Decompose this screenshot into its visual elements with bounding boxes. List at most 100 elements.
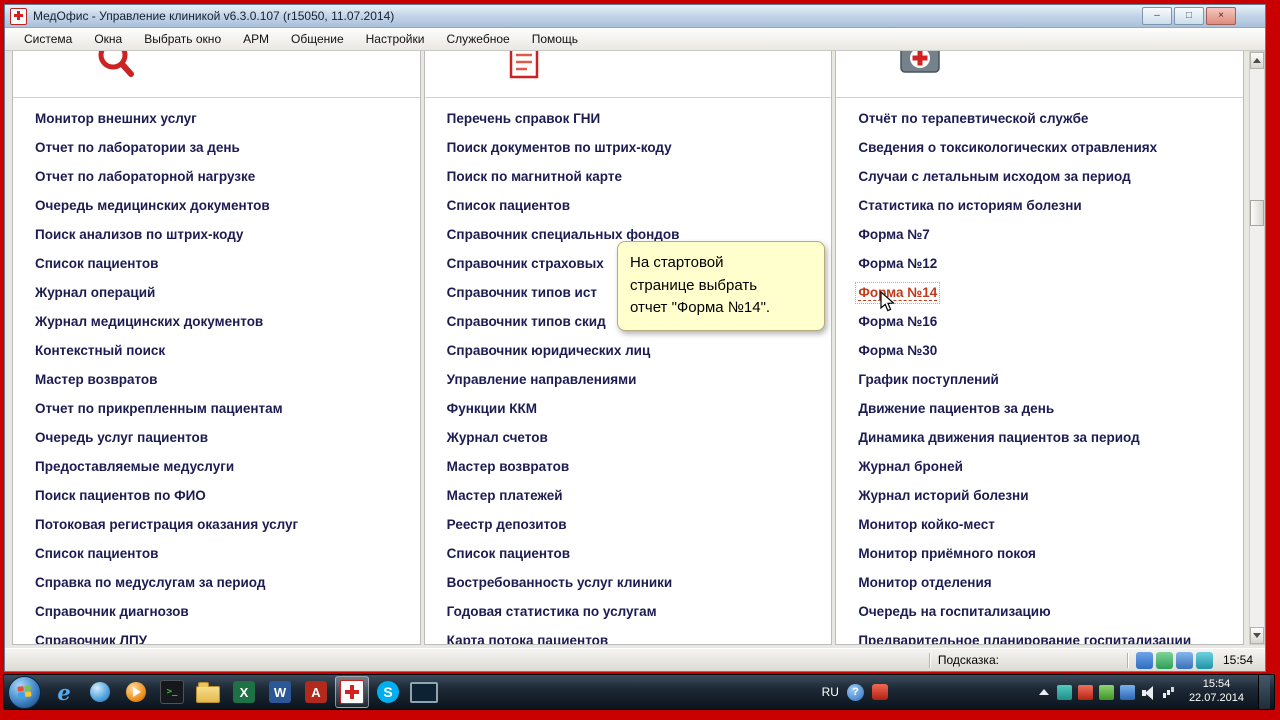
panel-laboratory-header	[13, 51, 420, 98]
panel-link[interactable]: График поступлений	[836, 365, 1243, 394]
panel-link[interactable]: Монитор койко-мест	[836, 510, 1243, 539]
panel-link[interactable]: Справочник юридических лиц	[425, 336, 832, 365]
panel-link[interactable]: Справочник ЛПУ	[13, 626, 420, 644]
panel-link[interactable]: Контекстный поиск	[13, 336, 420, 365]
menu-communication[interactable]: Общение	[280, 28, 355, 50]
system-tray: RU ? 15:54 22.07.2014	[822, 675, 1270, 709]
panel-link[interactable]: Журнал операций	[13, 278, 420, 307]
skype-icon[interactable]: S	[371, 676, 405, 708]
network-icon[interactable]	[1162, 685, 1177, 700]
panel-link[interactable]: Список пациентов	[13, 249, 420, 278]
schedule-icon[interactable]	[1155, 651, 1173, 669]
panel-link[interactable]: Поиск документов по штрих-коду	[425, 133, 832, 162]
maximize-button[interactable]: □	[1174, 7, 1204, 25]
explorer-folder-icon[interactable]	[191, 676, 225, 708]
menu-select-window[interactable]: Выбрать окно	[133, 28, 232, 50]
media-player-icon[interactable]	[119, 676, 153, 708]
word-icon[interactable]: W	[263, 676, 297, 708]
panel-link[interactable]: Отчет по лабораторной нагрузке	[13, 162, 420, 191]
language-indicator[interactable]: RU	[822, 685, 839, 699]
menu-system[interactable]: Система	[13, 28, 83, 50]
panel-link[interactable]: Перечень справок ГНИ	[425, 104, 832, 133]
panel-link[interactable]: Справка по медуслугам за период	[13, 568, 420, 597]
panel-laboratory-list: Монитор внешних услуг Отчет по лаборатор…	[13, 98, 420, 644]
panel-link[interactable]: Управление направлениями	[425, 365, 832, 394]
tray-app-icon-4[interactable]	[1119, 684, 1135, 700]
panel-link[interactable]: Форма №7	[836, 220, 1243, 249]
panel-link[interactable]: Монитор приёмного покоя	[836, 539, 1243, 568]
scroll-up-button[interactable]	[1250, 52, 1265, 69]
tray-app-icon-1[interactable]	[1056, 684, 1072, 700]
tray-clock[interactable]: 15:54 22.07.2014	[1189, 678, 1244, 706]
menu-service[interactable]: Служебное	[435, 28, 520, 50]
monitor-icon[interactable]	[1195, 651, 1213, 669]
terminal-icon[interactable]: >_	[155, 676, 189, 708]
panel-link[interactable]: Форма №30	[836, 336, 1243, 365]
panel-link[interactable]: Мастер возвратов	[13, 365, 420, 394]
menu-help[interactable]: Помощь	[521, 28, 589, 50]
panel-link[interactable]: Предварительное планирование госпитализа…	[836, 626, 1243, 644]
remote-desktop-icon[interactable]	[407, 676, 441, 708]
panel-link[interactable]: Востребованность услуг клиники	[425, 568, 832, 597]
panel-link[interactable]: Отчет по лаборатории за день	[13, 133, 420, 162]
panel-link[interactable]: Поиск пациентов по ФИО	[13, 481, 420, 510]
panel-link[interactable]: Монитор внешних услуг	[13, 104, 420, 133]
internet-explorer-icon[interactable]: e	[47, 676, 81, 708]
panel-link[interactable]: Журнал медицинских документов	[13, 307, 420, 336]
panel-link[interactable]: Очередь на госпитализацию	[836, 597, 1243, 626]
menu-windows[interactable]: Окна	[83, 28, 133, 50]
start-button[interactable]	[8, 675, 41, 709]
panel-laboratory: Монитор внешних услуг Отчет по лаборатор…	[12, 51, 421, 645]
panel-link[interactable]: Список пациентов	[425, 539, 832, 568]
close-button[interactable]: ×	[1206, 7, 1236, 25]
panel-link[interactable]: Мастер возвратов	[425, 452, 832, 481]
scrollbar-thumb[interactable]	[1250, 200, 1265, 226]
panel-link[interactable]: Форма №12	[836, 249, 1243, 278]
panel-link[interactable]: Случаи с летальным исходом за период	[836, 162, 1243, 191]
panel-link[interactable]: Реестр депозитов	[425, 510, 832, 539]
panel-link[interactable]: Предоставляемые медуслуги	[13, 452, 420, 481]
tray-app-icon-2[interactable]	[1077, 684, 1093, 700]
browser-icon[interactable]	[83, 676, 117, 708]
menu-settings[interactable]: Настройки	[355, 28, 436, 50]
panel-link[interactable]: Поиск по магнитной карте	[425, 162, 832, 191]
help-icon[interactable]: ?	[846, 683, 864, 701]
panel-link[interactable]: Очередь медицинских документов	[13, 191, 420, 220]
panel-link[interactable]: Журнал счетов	[425, 423, 832, 452]
panel-link[interactable]: Поиск анализов по штрих-коду	[13, 220, 420, 249]
panel-link[interactable]: Мастер платежей	[425, 481, 832, 510]
report-icon[interactable]	[1135, 651, 1153, 669]
vertical-scrollbar[interactable]	[1249, 51, 1265, 645]
journal-icon[interactable]	[1175, 651, 1193, 669]
panel-link[interactable]: Журнал броней	[836, 452, 1243, 481]
show-desktop-button[interactable]	[1258, 675, 1270, 709]
panel-link[interactable]: Список пациентов	[13, 539, 420, 568]
panel-link[interactable]: Карта потока пациентов	[425, 626, 832, 644]
panel-link[interactable]: Монитор отделения	[836, 568, 1243, 597]
panel-link[interactable]: Журнал историй болезни	[836, 481, 1243, 510]
tray-icons	[1036, 684, 1177, 700]
panel-link[interactable]: Годовая статистика по услугам	[425, 597, 832, 626]
tray-app-icon-3[interactable]	[1098, 684, 1114, 700]
volume-icon[interactable]	[1141, 685, 1156, 700]
panel-link[interactable]: Движение пациентов за день	[836, 394, 1243, 423]
excel-icon[interactable]: X	[227, 676, 261, 708]
panel-link[interactable]: Динамика движения пациентов за период	[836, 423, 1243, 452]
hidden-icons-button[interactable]	[1036, 685, 1051, 700]
menu-arm[interactable]: АРМ	[232, 28, 280, 50]
panel-link[interactable]: Список пациентов	[425, 191, 832, 220]
panel-link[interactable]: Статистика по историям болезни	[836, 191, 1243, 220]
medoffice-icon[interactable]	[335, 676, 369, 708]
panel-link[interactable]: Функции ККМ	[425, 394, 832, 423]
title-bar[interactable]: МедОфис - Управление клиникой v6.3.0.107…	[5, 5, 1265, 28]
minimize-button[interactable]: –	[1142, 7, 1172, 25]
scroll-down-button[interactable]	[1250, 627, 1265, 644]
acrobat-icon[interactable]: A	[299, 676, 333, 708]
panel-link[interactable]: Сведения о токсикологических отравлениях	[836, 133, 1243, 162]
panel-link[interactable]: Потоковая регистрация оказания услуг	[13, 510, 420, 539]
panel-link[interactable]: Отчёт по терапевтической службе	[836, 104, 1243, 133]
panel-link[interactable]: Справочник диагнозов	[13, 597, 420, 626]
panel-link[interactable]: Отчет по прикрепленным пациентам	[13, 394, 420, 423]
panel-link[interactable]: Очередь услуг пациентов	[13, 423, 420, 452]
antivirus-icon[interactable]	[871, 684, 888, 700]
